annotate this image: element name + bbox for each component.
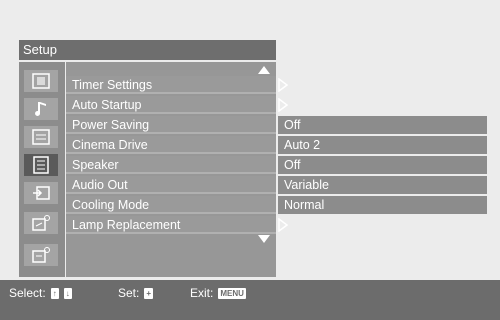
info-icon[interactable]: [24, 244, 58, 266]
installation-icon[interactable]: [24, 212, 58, 234]
setup-icon[interactable]: [24, 154, 58, 176]
submenu-arrow-icon[interactable]: [278, 78, 288, 92]
menu-item-speaker[interactable]: Speaker: [66, 156, 276, 174]
value-power-saving[interactable]: Off: [278, 116, 487, 134]
submenu-arrow-icon[interactable]: [278, 98, 288, 112]
osd-screen: Setup Timer Settings Auto Startup Power …: [0, 0, 500, 320]
menu-item-cooling-mode[interactable]: Cooling Mode: [66, 196, 276, 214]
scroll-down-icon[interactable]: [258, 235, 270, 243]
menu-item-timer-settings[interactable]: Timer Settings: [66, 76, 276, 94]
menu-item-lamp-replacement[interactable]: Lamp Replacement: [66, 216, 276, 234]
scroll-up-icon[interactable]: [258, 66, 270, 74]
control-hint-bar: Select: ↑ ↓ Set: + Exit: MENU: [0, 280, 500, 320]
value-speaker[interactable]: Off: [278, 156, 487, 174]
setup-menu-panel: Timer Settings Auto Startup Power Saving…: [66, 62, 276, 277]
menu-item-power-saving[interactable]: Power Saving: [66, 116, 276, 134]
value-cooling-mode[interactable]: Normal: [278, 196, 487, 214]
exit-hint: Exit: MENU: [190, 286, 246, 300]
select-hint: Select: ↑ ↓: [9, 286, 72, 300]
value-audio-out[interactable]: Variable: [278, 176, 487, 194]
menu-item-auto-startup[interactable]: Auto Startup: [66, 96, 276, 114]
menu-key-icon: MENU: [218, 287, 246, 299]
menu-item-audio-out[interactable]: Audio Out: [66, 176, 276, 194]
submenu-arrow-icon[interactable]: [278, 218, 288, 232]
picture-icon[interactable]: [24, 70, 58, 92]
up-key-icon: ↑: [50, 287, 59, 299]
setup-title: Setup: [23, 42, 57, 57]
menu-item-cinema-drive[interactable]: Cinema Drive: [66, 136, 276, 154]
setup-title-bar: Setup: [19, 40, 276, 60]
enter-key-icon: +: [144, 287, 154, 299]
down-key-icon: ↓: [63, 287, 72, 299]
category-icon-column: [19, 62, 65, 277]
screen-icon[interactable]: [24, 126, 58, 148]
set-hint: Set: +: [118, 286, 154, 300]
input-icon[interactable]: [24, 182, 58, 204]
value-cinema-drive[interactable]: Auto 2: [278, 136, 487, 154]
sound-icon[interactable]: [24, 98, 58, 120]
